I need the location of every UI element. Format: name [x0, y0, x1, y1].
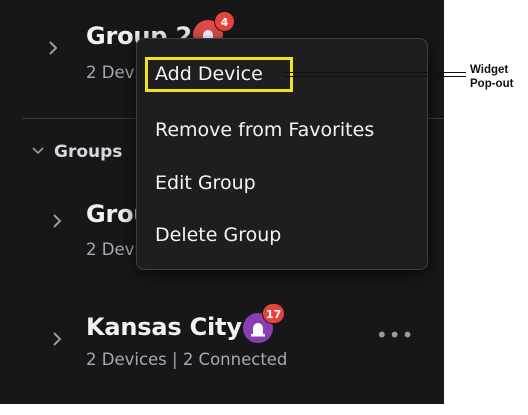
chevron-down-icon[interactable] [32, 146, 44, 155]
chevron-right-icon[interactable] [48, 41, 58, 55]
section-title-groups[interactable]: Groups [54, 142, 122, 162]
menu-item-delete-group[interactable]: Delete Group [155, 224, 281, 246]
callout-label-line2: Pop-out [470, 78, 514, 90]
chevron-right-icon[interactable] [52, 332, 62, 346]
group-subtitle-kansas-city: 2 Devices | 2 Connected [86, 350, 288, 369]
group-title-kansas-city[interactable]: Kansas City [86, 313, 242, 341]
callout-line [284, 72, 466, 77]
more-dots-icon[interactable]: ••• [376, 325, 414, 345]
favorites-panel: Group 2 4 2 Devices | 2 Connected Groups… [0, 0, 444, 404]
menu-item-add-device[interactable]: Add Device [155, 63, 263, 85]
chevron-right-icon[interactable] [52, 214, 62, 228]
alarm-count-badge: 17 [262, 303, 286, 324]
callout-label-line1: Widget [470, 64, 509, 76]
alarm-count-badge: 4 [214, 11, 235, 32]
menu-item-remove-from-favorites[interactable]: Remove from Favorites [155, 119, 374, 141]
menu-item-edit-group[interactable]: Edit Group [155, 172, 256, 194]
callout-label: Widget Pop-out [470, 63, 513, 91]
